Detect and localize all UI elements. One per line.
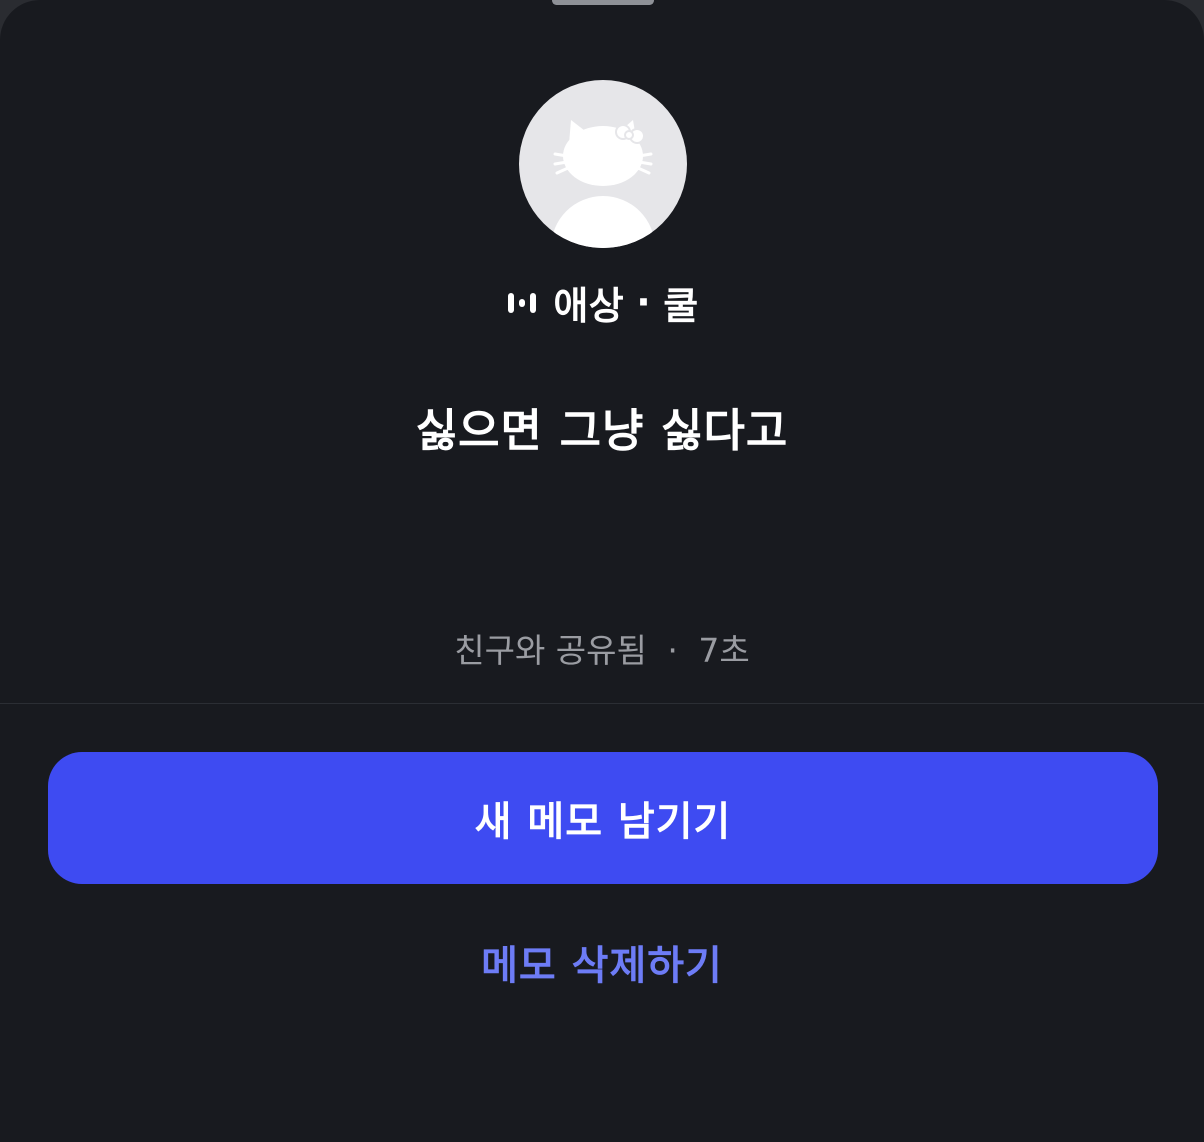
delete-memo-button[interactable]: 메모 삭제하기 xyxy=(402,926,802,998)
memo-bottom-sheet: 애상 · 쿨 싫으면 그냥 싫다고 친구와 공유됨 · 7초 새 메모 남기기 … xyxy=(0,0,1204,1142)
separator-dot: · xyxy=(636,280,652,324)
elapsed-time: 7초 xyxy=(698,631,750,670)
artist-name: 쿨 xyxy=(663,283,699,328)
new-memo-button[interactable]: 새 메모 남기기 xyxy=(48,752,1158,884)
now-playing-line: 애상 · 쿨 xyxy=(0,274,1204,330)
divider xyxy=(0,703,1204,704)
hello-kitty-silhouette-icon xyxy=(551,120,655,248)
shared-status: 친구와 공유됨 xyxy=(454,631,647,670)
song-title: 애상 xyxy=(553,283,625,328)
memo-meta: 친구와 공유됨 · 7초 xyxy=(0,624,1204,672)
avatar[interactable] xyxy=(519,80,687,248)
drag-handle[interactable] xyxy=(552,0,654,5)
separator-dot: · xyxy=(667,631,678,670)
memo-text: 싫으면 그냥 싫다고 xyxy=(415,404,789,457)
music-equalizer-icon xyxy=(508,293,537,313)
